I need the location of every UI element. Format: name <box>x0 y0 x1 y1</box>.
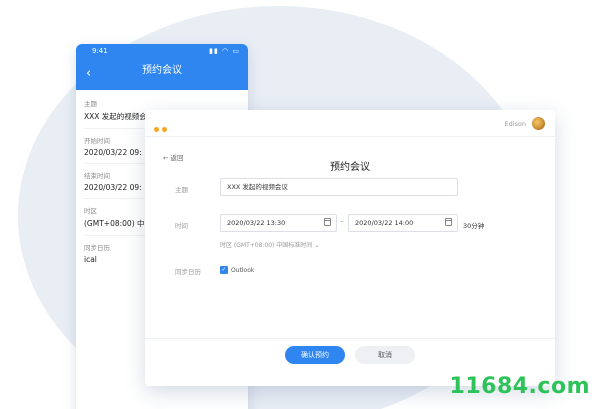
cancel-button[interactable]: 取消 <box>355 346 415 364</box>
phone-time: 9:41 <box>92 47 108 55</box>
confirm-button[interactable]: 确认预约 <box>285 346 345 364</box>
time-label: 时间 <box>175 222 188 230</box>
outlook-checkbox[interactable]: ✓ <box>220 266 228 274</box>
back-arrow-icon[interactable]: ‹ <box>86 66 91 81</box>
phone-field-label: 主题 <box>84 100 97 108</box>
sync-calendar-label: 同步日历 <box>175 268 201 276</box>
duration-text: 30分钟 <box>463 222 485 230</box>
chevron-down-icon: ⌄ <box>314 242 320 249</box>
avatar <box>532 117 545 130</box>
start-time-value: 2020/03/22 13:30 <box>227 219 286 227</box>
phone-status-bar: 9:41 ▮▮ ◠ ▭ <box>76 44 248 58</box>
user-name: Edison <box>504 119 526 128</box>
divider <box>145 136 555 137</box>
desktop-window: Edison ← 返回 预约会议 主题 XXX 发起的视频会议 时间 2020/… <box>145 110 555 386</box>
end-time-value: 2020/03/22 14:00 <box>355 219 414 227</box>
subject-label: 主题 <box>175 186 188 194</box>
window-controls <box>154 117 170 136</box>
outlook-label: Outlook <box>231 267 255 274</box>
phone-nav-bar: ‹ 预约会议 <box>76 58 248 90</box>
user-menu[interactable]: Edison <box>504 117 545 130</box>
calendar-icon[interactable] <box>324 218 331 226</box>
timezone-value: 时区 (GMT+08:00) 中国标准时间 <box>220 242 313 249</box>
page-title: 预约会议 <box>330 162 370 173</box>
phone-title: 预约会议 <box>142 65 182 76</box>
end-time-input[interactable]: 2020/03/22 14:00 <box>348 214 458 232</box>
window-dot-icon[interactable] <box>162 127 167 132</box>
divider <box>145 338 555 339</box>
window-dot-icon[interactable] <box>154 127 159 132</box>
subject-input[interactable]: XXX 发起的视频会议 <box>220 178 458 196</box>
site-watermark: 11684.com <box>449 374 590 399</box>
start-time-input[interactable]: 2020/03/22 13:30 <box>220 214 337 232</box>
time-separator: – <box>340 217 344 225</box>
calendar-icon[interactable] <box>445 218 452 226</box>
signal-wifi-battery-icon: ▮▮ ◠ ▭ <box>209 47 240 55</box>
timezone-select[interactable]: 时区 (GMT+08:00) 中国标准时间 ⌄ <box>220 240 319 249</box>
